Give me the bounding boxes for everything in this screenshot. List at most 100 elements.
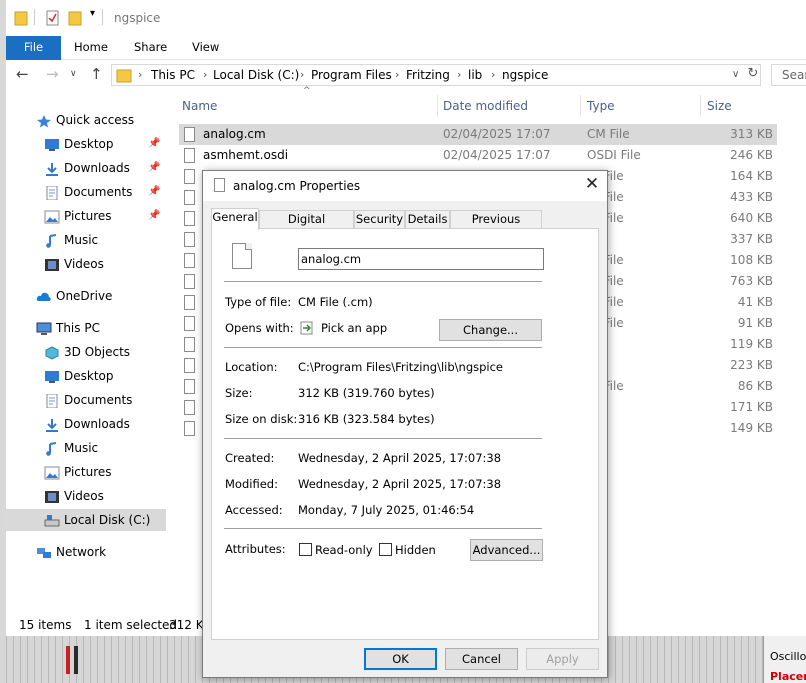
sidebar-item-label: Quick access (56, 113, 135, 127)
crumb-separator-icon[interactable]: › (203, 68, 207, 81)
sidebar-item-network[interactable]: Network (6, 541, 166, 563)
sidebar-item-onedrive[interactable]: OneDrive (6, 285, 166, 307)
crumb-program-files[interactable]: Program Files (311, 68, 392, 82)
file-date: 02/04/2025 17:07 (443, 148, 551, 162)
divider (34, 9, 35, 25)
column-separator[interactable] (437, 95, 438, 117)
read-only-label[interactable]: Read-only (315, 543, 373, 557)
sidebar-item-local-disk-c[interactable]: Local Disk (C:) (6, 509, 166, 531)
sidebar-item-documents[interactable]: Documents (6, 389, 166, 411)
download-icon (44, 161, 60, 176)
sidebar-item-quick-access[interactable]: Quick access (6, 109, 166, 131)
hidden-label[interactable]: Hidden (395, 543, 436, 557)
sidebar-item-music[interactable]: Music (6, 229, 166, 251)
tab-previous-versions[interactable]: Previous Versions (450, 210, 542, 243)
chevron-down-icon[interactable]: ▾ (90, 8, 95, 19)
type-value: CM File (.cm) (298, 295, 373, 309)
crumb-separator-icon[interactable]: › (300, 68, 304, 81)
sidebar-item-desktop[interactable]: Desktop (6, 365, 166, 387)
sidebar-item-label: Desktop (64, 137, 114, 151)
forward-arrow-icon[interactable]: → (46, 65, 59, 83)
tab-details[interactable]: Details (405, 210, 450, 229)
crumb-this-pc[interactable]: This PC (151, 68, 195, 82)
sidebar-item-desktop[interactable]: Desktop 📌 (6, 133, 166, 155)
back-arrow-icon[interactable]: ← (16, 65, 29, 83)
properties-icon[interactable] (46, 10, 60, 26)
close-icon[interactable]: ✕ (581, 174, 603, 194)
column-header-date[interactable]: Date modified (443, 95, 528, 117)
sidebar-item-downloads[interactable]: Downloads (6, 413, 166, 435)
sidebar-item-music[interactable]: Music (6, 437, 166, 459)
column-header-size[interactable]: Size (707, 95, 732, 117)
documents-icon (44, 393, 60, 409)
tab-view[interactable]: View (192, 36, 219, 60)
sidebar-item-documents[interactable]: Documents 📌 (6, 181, 166, 203)
crumb-separator-icon[interactable]: › (138, 68, 142, 81)
hidden-checkbox[interactable] (379, 543, 392, 556)
address-bar[interactable]: › This PC › Local Disk (C:) › Program Fi… (111, 64, 761, 86)
refresh-icon[interactable]: ↻ (744, 64, 762, 86)
tab-share[interactable]: Share (134, 36, 167, 60)
new-folder-icon[interactable] (68, 10, 82, 26)
file-name: analog.cm (203, 127, 266, 141)
change-button[interactable]: Change... (439, 319, 542, 341)
file-row[interactable]: analog.cm 02/04/2025 17:07 CM File 313 KB (179, 124, 777, 145)
advanced-button[interactable]: Advanced... (470, 539, 543, 561)
apply-button[interactable]: Apply (526, 648, 599, 670)
type-label: Type of file: (225, 295, 292, 309)
modified-value: Wednesday, 2 April 2025, 17:07:38 (298, 477, 502, 491)
tab-digital-signatures[interactable]: Digital Signatures (259, 210, 354, 243)
address-dropdown-icon[interactable]: ∨ (732, 69, 739, 80)
cancel-button[interactable]: Cancel (445, 648, 518, 670)
tab-security[interactable]: Security (354, 210, 405, 229)
crumb-separator-icon[interactable]: › (491, 68, 495, 81)
sidebar-item-label: This PC (56, 321, 100, 335)
up-arrow-icon[interactable]: ↑ (90, 65, 103, 83)
crumb-local-disk[interactable]: Local Disk (C:) (213, 68, 299, 82)
file-icon (184, 232, 195, 247)
crumb-separator-icon[interactable]: › (395, 68, 399, 81)
sidebar-item-this-pc[interactable]: This PC (6, 317, 166, 339)
ok-button[interactable]: OK (364, 648, 437, 670)
crumb-lib[interactable]: lib (468, 68, 482, 82)
crumb-ngspice[interactable]: ngspice (502, 68, 548, 82)
read-only-checkbox[interactable] (299, 543, 312, 556)
sidebar-item-videos[interactable]: Videos (6, 253, 166, 275)
pin-icon[interactable]: 📌 (148, 205, 160, 227)
dialog-title: analog.cm Properties (233, 179, 361, 193)
file-size: 119 KB (730, 337, 773, 351)
search-input[interactable]: Search ngspice (771, 64, 806, 86)
tab-general[interactable]: General (211, 208, 259, 230)
column-header-name[interactable]: Name (182, 95, 217, 117)
file-icon (184, 295, 195, 310)
sidebar-item-pictures[interactable]: Pictures (6, 461, 166, 483)
crumb-fritzing[interactable]: Fritzing (406, 68, 450, 82)
divider (224, 528, 542, 529)
sidebar-item-3d-objects[interactable]: 3D Objects (6, 341, 166, 363)
sidebar-item-label: 3D Objects (64, 345, 131, 359)
pin-icon[interactable]: 📌 (148, 133, 160, 155)
tab-file[interactable]: File (6, 36, 61, 60)
file-icon (184, 316, 195, 331)
file-size: 640 KB (730, 211, 773, 225)
column-separator[interactable] (700, 95, 701, 117)
opens-with-label: Opens with: (225, 321, 294, 335)
music-icon (44, 233, 60, 248)
file-row[interactable]: asmhemt.osdi 02/04/2025 17:07 OSDI File 246… (179, 145, 777, 166)
column-header-type[interactable]: Type (587, 95, 615, 117)
sidebar-item-label: Local Disk (C:) (64, 513, 151, 527)
recent-chevron-icon[interactable]: ∨ (70, 69, 77, 79)
pin-icon[interactable]: 📌 (148, 181, 160, 203)
crumb-separator-icon[interactable]: › (457, 68, 461, 81)
sidebar-item-videos[interactable]: Videos (6, 485, 166, 507)
file-icon (184, 400, 195, 415)
sidebar-item-downloads[interactable]: Downloads 📌 (6, 157, 166, 179)
file-icon (184, 358, 195, 373)
sidebar-item-pictures[interactable]: Pictures 📌 (6, 205, 166, 227)
filename-input[interactable] (298, 248, 544, 270)
pin-icon[interactable]: 📌 (148, 157, 160, 179)
file-size: 171 KB (730, 400, 773, 414)
file-size: 433 KB (730, 190, 773, 204)
tab-home[interactable]: Home (74, 36, 108, 60)
column-separator[interactable] (580, 95, 581, 117)
